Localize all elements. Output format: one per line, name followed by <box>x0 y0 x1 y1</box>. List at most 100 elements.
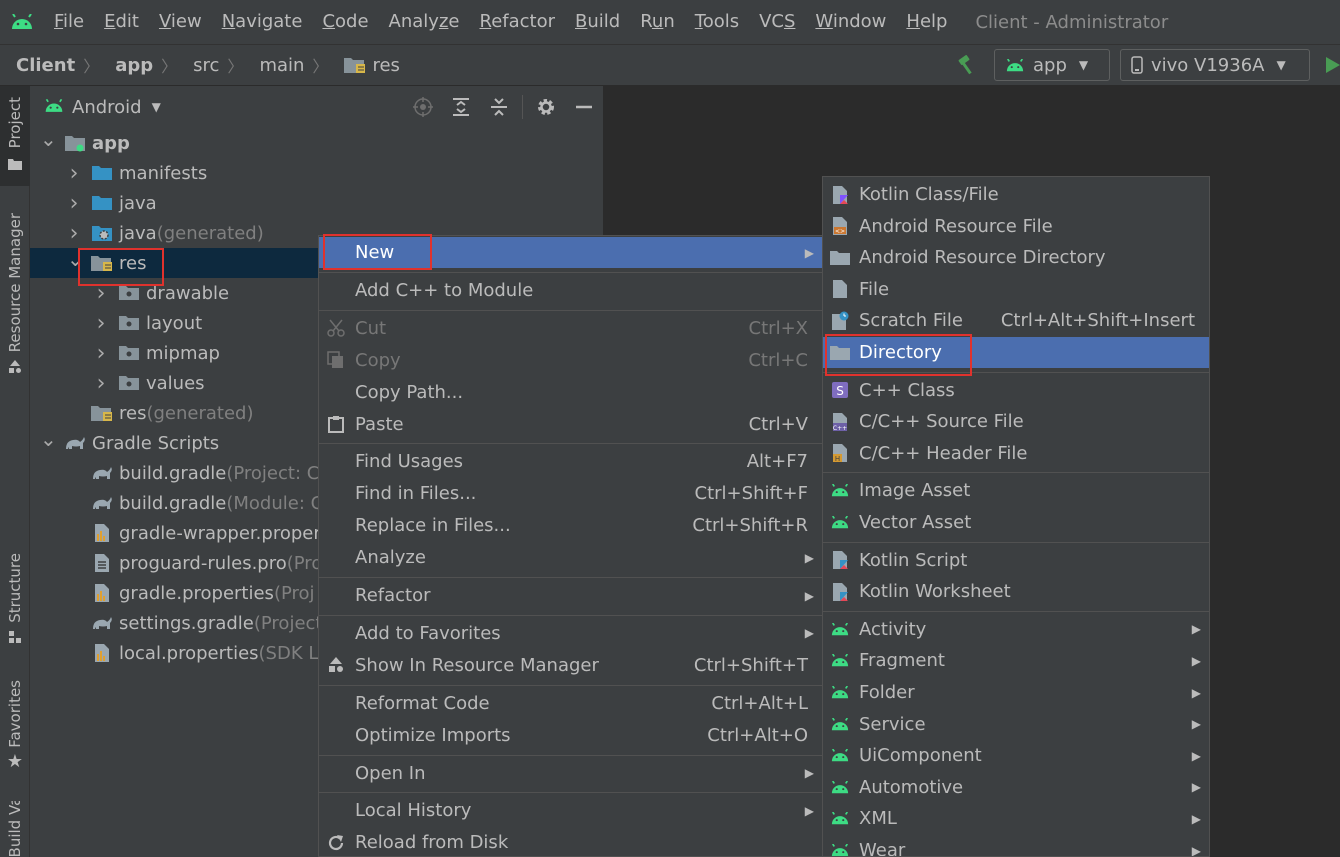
menu-item-activity[interactable]: Activity ▶ <box>823 614 1209 645</box>
breadcrumb-label: src <box>193 54 220 76</box>
chevron-down-icon[interactable]: ▼ <box>152 100 161 114</box>
run-configuration-selector[interactable]: app ▼ <box>994 49 1110 81</box>
tab-structure[interactable]: Structure <box>0 546 30 656</box>
tab-favorites[interactable]: Favorites ★ <box>0 676 30 776</box>
menu-code[interactable]: Code <box>312 0 378 44</box>
chevron-right-icon[interactable]: › <box>67 191 81 216</box>
expand-all-icon[interactable] <box>442 97 480 117</box>
menu-item-android-resource-directory[interactable]: Android Resource Directory <box>823 242 1209 273</box>
chevron-down-icon[interactable]: ⌄ <box>40 127 57 151</box>
chevron-right-icon[interactable]: › <box>67 161 81 186</box>
menu-edit[interactable]: Edit <box>94 0 149 44</box>
menu-item-service[interactable]: Service ▶ <box>823 709 1209 740</box>
collapse-all-icon[interactable] <box>480 97 518 117</box>
menu-item-image-asset[interactable]: Image Asset <box>823 475 1209 506</box>
menu-item-reformat-code[interactable]: Reformat Code Ctrl+Alt+L <box>319 688 822 719</box>
text-file-icon <box>91 554 113 572</box>
menu-label-part: ile <box>63 11 85 32</box>
project-view-selector[interactable]: Android <box>72 97 142 118</box>
menu-item-shortcut: Ctrl+X <box>748 317 808 339</box>
chevron-right-icon[interactable]: › <box>94 311 108 336</box>
build-hammer-icon[interactable] <box>950 54 984 76</box>
menu-refactor[interactable]: Refactor <box>469 0 565 44</box>
menu-item-scratch-file[interactable]: Scratch File Ctrl+Alt+Shift+Insert <box>823 305 1209 336</box>
menu-item-optimize-imports[interactable]: Optimize Imports Ctrl+Alt+O <box>319 720 822 751</box>
menu-item-shortcut: Ctrl+V <box>748 413 808 435</box>
chevron-right-icon[interactable]: › <box>94 341 108 366</box>
menu-label-part: iew <box>170 11 202 32</box>
menu-item-xml[interactable]: XML ▶ <box>823 803 1209 834</box>
chevron-down-icon[interactable]: ⌄ <box>40 427 57 451</box>
menu-item-refactor[interactable]: Refactor ▶ <box>319 580 822 611</box>
run-play-icon[interactable] <box>1310 56 1340 74</box>
menu-item-add-to-favorites[interactable]: Add to Favorites ▶ <box>319 618 822 649</box>
menu-item-c++-class[interactable]: S C++ Class <box>823 375 1209 406</box>
menu-item-add-c++-to-module[interactable]: Add C++ to Module <box>319 275 822 306</box>
device-selector[interactable]: vivo V1936A ▼ <box>1120 49 1310 81</box>
menu-item-c-c++-header-file[interactable]: H C/C++ Header File <box>823 438 1209 469</box>
menu-item-paste[interactable]: Paste Ctrl+V <box>319 409 822 440</box>
menu-item-find-usages[interactable]: Find Usages Alt+F7 <box>319 446 822 477</box>
menu-icon-spacer <box>325 484 347 504</box>
menu-item-automotive[interactable]: Automotive ▶ <box>823 772 1209 803</box>
copy-icon <box>325 350 347 370</box>
tab-build-variants[interactable]: Build Variants <box>0 801 30 857</box>
breadcrumb-item-res[interactable]: res <box>328 45 400 85</box>
tab-resource-manager-label: Resource Manager <box>6 212 24 353</box>
menu-item-fragment[interactable]: Fragment ▶ <box>823 645 1209 676</box>
menu-item-uicomponent[interactable]: UiComponent ▶ <box>823 740 1209 771</box>
menu-item-analyze[interactable]: Analyze ▶ <box>319 542 822 573</box>
menu-item-file[interactable]: File <box>823 274 1209 305</box>
menu-analyze[interactable]: Analyze <box>379 0 470 44</box>
breadcrumb-item-src[interactable]: src 〉 <box>177 45 243 85</box>
menu-item-kotlin-script[interactable]: Kotlin Script <box>823 545 1209 576</box>
menu-vcs[interactable]: VCS <box>749 0 805 44</box>
menu-item-copy-path[interactable]: Copy Path... <box>319 377 822 408</box>
menu-item-reload-from-disk[interactable]: Reload from Disk <box>319 827 822 856</box>
menu-view[interactable]: View <box>149 0 212 44</box>
run-config-label: app <box>1033 54 1067 76</box>
menu-run[interactable]: Run <box>630 0 685 44</box>
menu-item-c-c++-source-file[interactable]: C++ C/C++ Source File <box>823 406 1209 437</box>
breadcrumb-separator-icon: 〉 <box>227 57 244 76</box>
menu-item-shortcut: Ctrl+Shift+T <box>693 654 808 676</box>
menu-window[interactable]: Window <box>805 0 896 44</box>
menu-item-folder[interactable]: Folder ▶ <box>823 677 1209 708</box>
menu-help[interactable]: Help <box>896 0 957 44</box>
breadcrumb-item-app[interactable]: app 〉 <box>99 45 177 85</box>
menu-item-vector-asset[interactable]: Vector Asset <box>823 507 1209 538</box>
menu-item-show-in-resource-manager[interactable]: Show In Resource Manager Ctrl+Shift+T <box>319 650 822 681</box>
menu-navigate[interactable]: Navigate <box>212 0 313 44</box>
breadcrumb-item-client[interactable]: Client 〉 <box>0 45 99 85</box>
tree-row-manifests[interactable]: › manifests <box>30 158 603 188</box>
menu-tools[interactable]: Tools <box>685 0 749 44</box>
menu-separator <box>319 792 822 794</box>
menu-item-android-resource-file[interactable]: <> Android Resource File <box>823 211 1209 242</box>
menu-item-find-in-files[interactable]: Find in Files... Ctrl+Shift+F <box>319 478 822 509</box>
menu-item-replace-in-files[interactable]: Replace in Files... Ctrl+Shift+R <box>319 510 822 541</box>
menu-file[interactable]: File <box>44 0 94 44</box>
tree-row-label: layout <box>146 312 203 334</box>
menu-item-label: C/C++ Source File <box>859 411 1024 433</box>
menu-item-wear[interactable]: Wear ▶ <box>823 835 1209 856</box>
menu-item-local-history[interactable]: Local History ▶ <box>319 795 822 826</box>
menu-label-part: uild <box>587 11 621 32</box>
tree-row-app[interactable]: ⌄ app <box>30 127 603 158</box>
kotlin-script-icon <box>829 582 851 602</box>
chevron-right-icon[interactable]: › <box>94 371 108 396</box>
minimize-icon[interactable] <box>565 97 603 117</box>
menu-item-kotlin-class-file[interactable]: Kotlin Class/File <box>823 179 1209 210</box>
locate-target-icon[interactable] <box>404 97 442 117</box>
gear-icon[interactable] <box>527 97 565 117</box>
menu-item-kotlin-worksheet[interactable]: Kotlin Worksheet <box>823 576 1209 607</box>
menu-icon-spacer <box>325 623 347 643</box>
tab-project[interactable]: Project <box>0 86 30 186</box>
menu-build[interactable]: Build <box>565 0 630 44</box>
menu-separator <box>319 754 822 756</box>
menu-item-open-in[interactable]: Open In ▶ <box>319 758 822 789</box>
menu-item-label: Refactor <box>355 585 431 606</box>
breadcrumb-item-main[interactable]: main 〉 <box>243 45 328 85</box>
tree-row-java[interactable]: › java <box>30 188 603 218</box>
tab-resource-manager[interactable]: Resource Manager <box>0 206 30 386</box>
chevron-right-icon[interactable]: › <box>67 221 81 246</box>
